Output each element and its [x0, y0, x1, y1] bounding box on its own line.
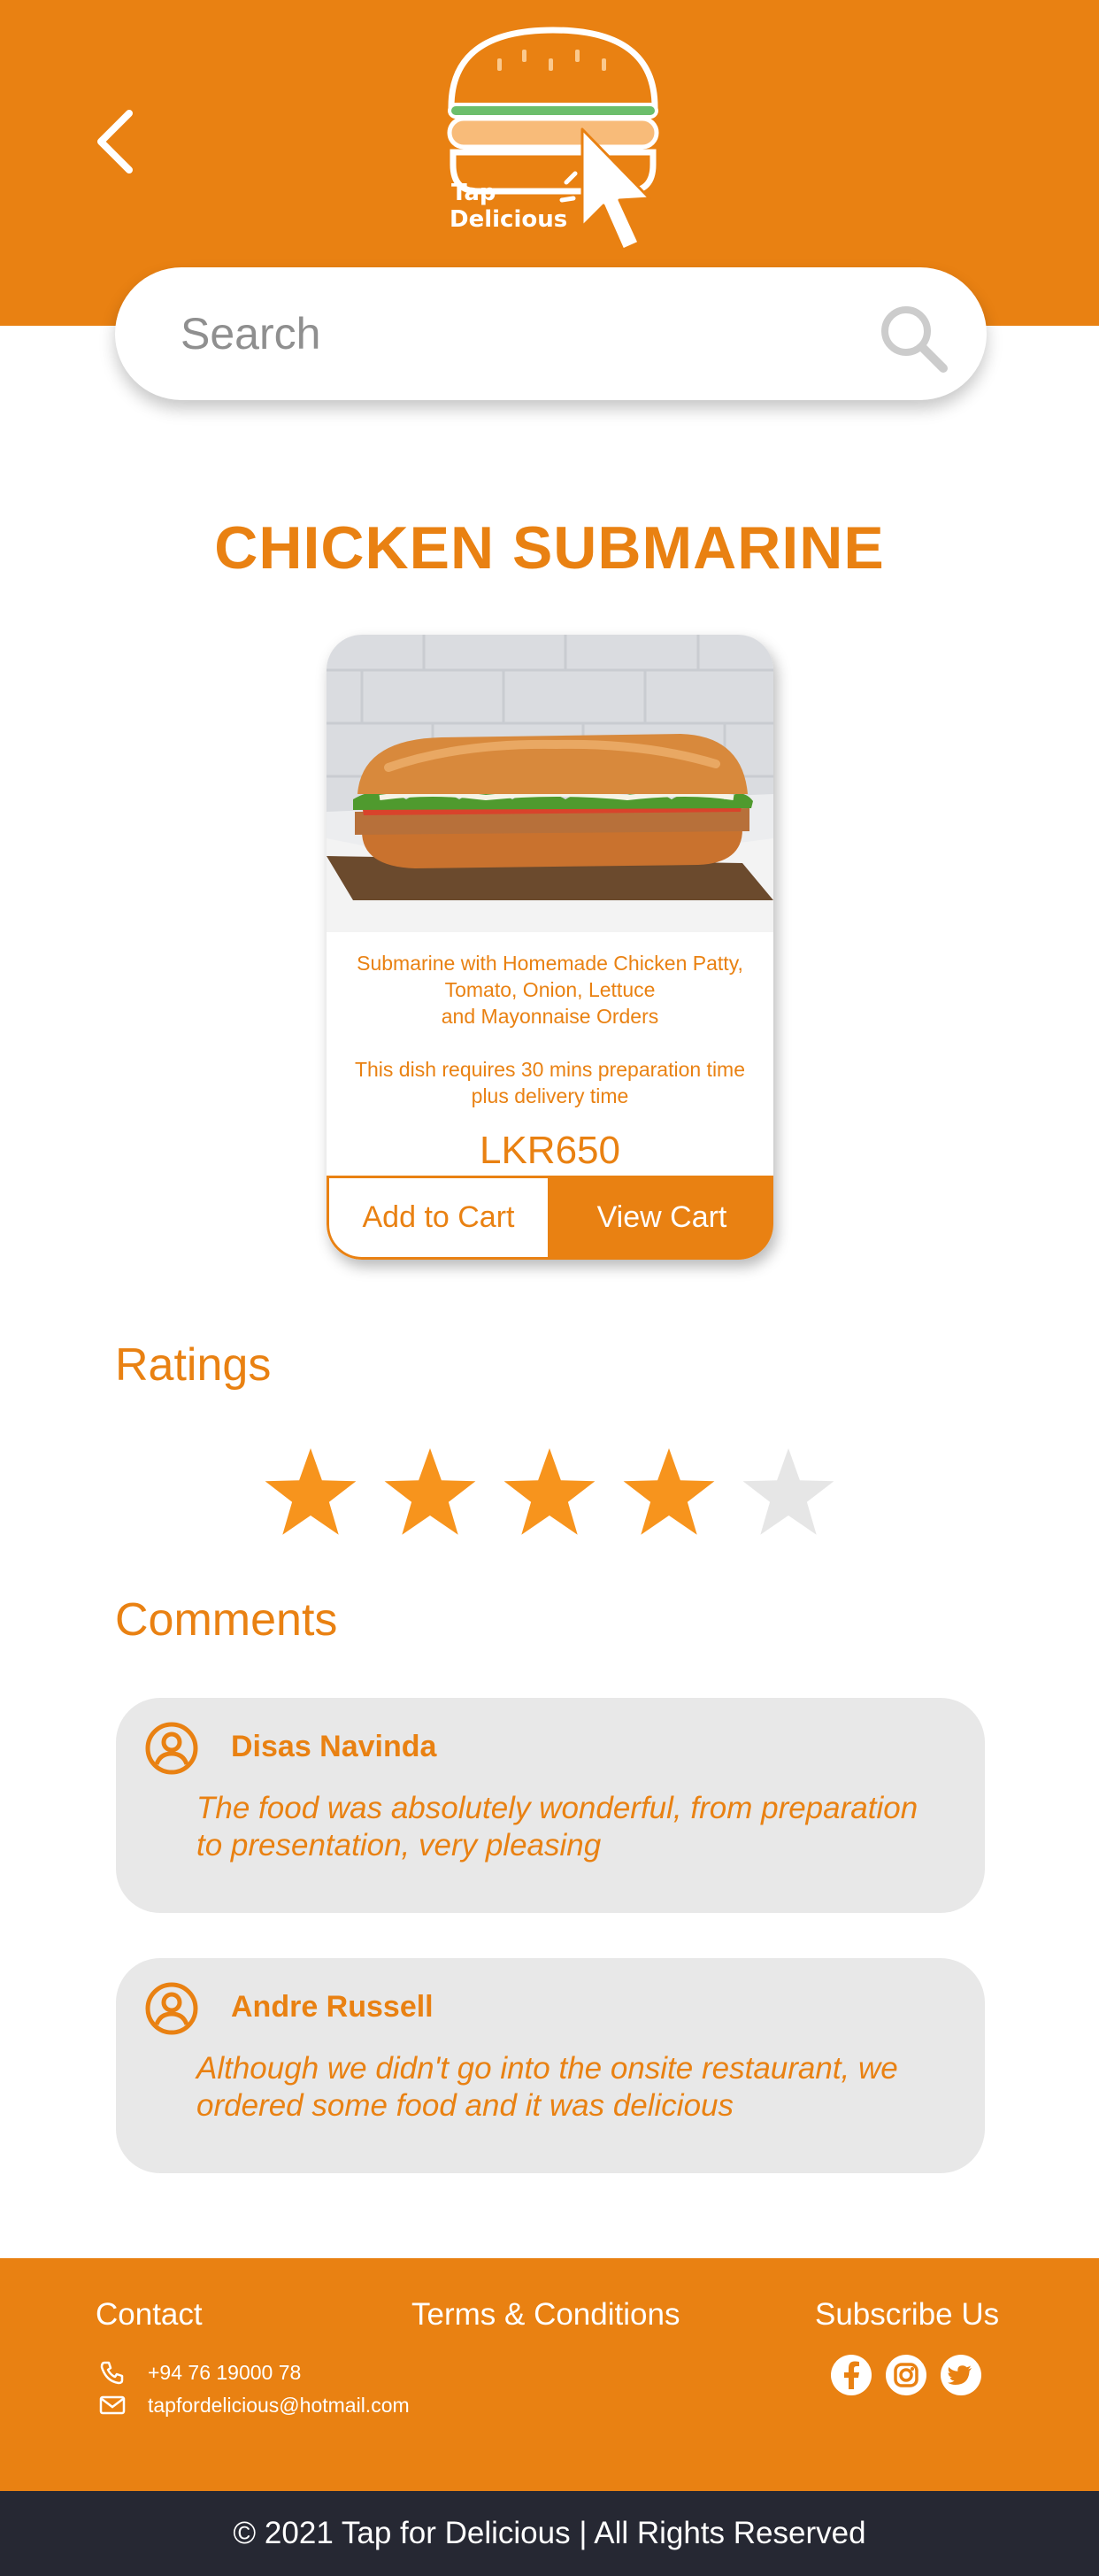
logo-text-delicious: Delicious: [450, 206, 567, 233]
comment-text: Although we didn't go into the onsite re…: [196, 2051, 898, 2123]
product-price: LKR650: [479, 1129, 620, 1172]
star-empty-icon[interactable]: [740, 1445, 837, 1542]
search-bar: [115, 267, 987, 400]
comment-card: Disas Navinda The food was absolutely wo…: [116, 1698, 985, 1913]
comment-card: Andre Russell Although we didn't go into…: [116, 1958, 985, 2173]
back-arrow-icon[interactable]: [88, 106, 142, 177]
footer-contact-title: Contact: [96, 2297, 203, 2332]
copyright-text: © 2021 Tap for Delicious | All Rights Re…: [233, 2516, 866, 2550]
comment-author: Andre Russell: [231, 1990, 434, 2024]
product-description: Submarine with Homemade Chicken Patty, T…: [357, 952, 743, 1028]
comments-title: Comments: [115, 1594, 338, 1646]
preparation-note: This dish requires 30 mins preparation t…: [354, 1058, 746, 1107]
email-address: tapfordelicious@hotmail.com: [148, 2394, 410, 2417]
phone-icon: [100, 2361, 124, 2385]
add-to-cart-button[interactable]: Add to Cart: [327, 1176, 550, 1260]
comment-author: Disas Navinda: [231, 1730, 437, 1763]
product-photo: [327, 635, 773, 932]
terms-conditions-link[interactable]: Terms & Conditions: [411, 2297, 680, 2333]
phone-number: +94 76 19000 78: [148, 2361, 302, 2384]
star-filled-icon[interactable]: [620, 1445, 718, 1542]
view-cart-button[interactable]: View Cart: [550, 1176, 773, 1260]
rating-stars[interactable]: [262, 1445, 837, 1542]
mail-icon: [99, 2395, 126, 2415]
search-icon[interactable]: [876, 301, 950, 375]
star-filled-icon[interactable]: [501, 1445, 598, 1542]
footer-subscribe-title: Subscribe Us: [815, 2297, 1000, 2332]
ratings-title: Ratings: [115, 1339, 272, 1391]
search-input[interactable]: [181, 294, 871, 374]
instagram-icon[interactable]: [885, 2354, 927, 2396]
copyright-bar: © 2021 Tap for Delicious | All Rights Re…: [0, 2491, 1099, 2576]
star-filled-icon[interactable]: [262, 1445, 359, 1542]
product-title: CHICKEN SUBMARINE: [214, 514, 885, 582]
twitter-icon[interactable]: [940, 2354, 982, 2396]
social-links: [830, 2354, 988, 2398]
user-avatar-icon: [145, 1982, 198, 2035]
logo-text-tap: Tap: [451, 180, 496, 206]
tap-delicious-logo: Tap Delicious: [447, 27, 659, 251]
star-filled-icon[interactable]: [381, 1445, 479, 1542]
user-avatar-icon: [145, 1722, 198, 1775]
facebook-icon[interactable]: [830, 2354, 872, 2396]
product-card: Submarine with Homemade Chicken Patty, T…: [327, 635, 773, 1260]
comment-text: The food was absolutely wonderful, from …: [196, 1791, 918, 1863]
